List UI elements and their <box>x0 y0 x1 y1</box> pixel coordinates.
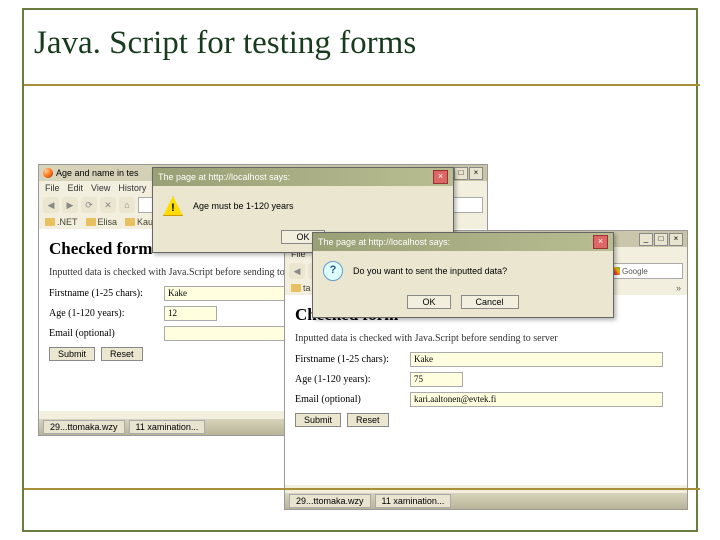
submit-button[interactable]: Submit <box>49 347 95 361</box>
slide-frame: Java. Script for testing forms Age and n… <box>22 8 698 532</box>
ok-button[interactable]: OK <box>407 295 450 309</box>
reload-button[interactable]: ⟳ <box>81 197 97 213</box>
reset-button[interactable]: Reset <box>347 413 389 427</box>
firstname-label: Firstname (1-25 chars): <box>295 354 410 365</box>
taskbar-item[interactable]: 11 xamination... <box>375 494 452 508</box>
age-input[interactable]: 75 <box>410 372 463 387</box>
close-icon[interactable]: × <box>433 170 448 184</box>
bookmark[interactable]: ta <box>291 283 311 293</box>
age-label: Age (1-120 years): <box>49 308 164 319</box>
bookmark[interactable]: Elisa <box>86 217 118 227</box>
folder-icon <box>45 218 55 226</box>
minimize-button[interactable]: _ <box>639 233 653 246</box>
reset-button[interactable]: Reset <box>101 347 143 361</box>
maximize-button[interactable]: □ <box>654 233 668 246</box>
age-input[interactable]: 12 <box>164 306 217 321</box>
menu-edit[interactable]: Edit <box>68 183 84 193</box>
folder-icon <box>125 218 135 226</box>
taskbar-item[interactable]: 29...ttomaka.wzy <box>289 494 371 508</box>
menu-view[interactable]: View <box>91 183 110 193</box>
forward-button[interactable]: ▶ <box>62 197 78 213</box>
cancel-button[interactable]: Cancel <box>461 295 519 309</box>
window-title: Age and name in tes <box>56 168 139 178</box>
bookmark-overflow[interactable]: » <box>676 283 681 293</box>
email-label: Email (optional) <box>295 394 410 405</box>
taskbar-item[interactable]: 11 xamination... <box>129 420 206 434</box>
taskbar-item[interactable]: 29...ttomaka.wzy <box>43 420 125 434</box>
bookmark[interactable]: .NET <box>45 217 78 227</box>
dialog-titlebar: The page at http://localhost says: × <box>313 233 613 251</box>
dialog-title: The page at http://localhost says: <box>158 172 290 182</box>
stop-button[interactable]: ✕ <box>100 197 116 213</box>
firstname-label: Firstname (1-25 chars): <box>49 288 164 299</box>
email-label: Email (optional) <box>49 328 164 339</box>
folder-icon <box>291 284 301 292</box>
menu-file[interactable]: File <box>45 183 60 193</box>
form-description: Inputted data is checked with Java.Scrip… <box>295 333 677 344</box>
close-button[interactable]: × <box>469 167 483 180</box>
search-box[interactable]: Google <box>609 263 683 279</box>
bottom-underline <box>24 488 700 490</box>
page-content: Checked form Inputted data is checked wi… <box>285 295 687 485</box>
dialog-titlebar: The page at http://localhost says: × <box>153 168 453 186</box>
firefox-icon <box>43 168 53 178</box>
close-button[interactable]: × <box>669 233 683 246</box>
dialog-message: Age must be 1-120 years <box>193 201 294 211</box>
title-underline <box>24 84 700 86</box>
question-icon: ? <box>323 261 343 281</box>
close-icon[interactable]: × <box>593 235 608 249</box>
dialog-message: Do you want to sent the inputted data? <box>353 266 507 276</box>
back-button[interactable]: ◀ <box>43 197 59 213</box>
home-button[interactable]: ⌂ <box>119 197 135 213</box>
back-button[interactable]: ◀ <box>289 263 305 279</box>
age-label: Age (1-120 years): <box>295 374 410 385</box>
maximize-button[interactable]: □ <box>454 167 468 180</box>
taskbar: 29...ttomaka.wzy 11 xamination... <box>285 493 687 509</box>
confirm-dialog-2: The page at http://localhost says: × ? D… <box>312 232 614 318</box>
warning-icon: ! <box>163 196 183 216</box>
dialog-title: The page at http://localhost says: <box>318 237 450 247</box>
submit-button[interactable]: Submit <box>295 413 341 427</box>
menu-history[interactable]: History <box>118 183 146 193</box>
slide-title: Java. Script for testing forms <box>34 25 416 62</box>
email-input[interactable]: kari.aaltonen@evtek.fi <box>410 392 663 407</box>
folder-icon <box>86 218 96 226</box>
firstname-input[interactable]: Kake <box>410 352 663 367</box>
